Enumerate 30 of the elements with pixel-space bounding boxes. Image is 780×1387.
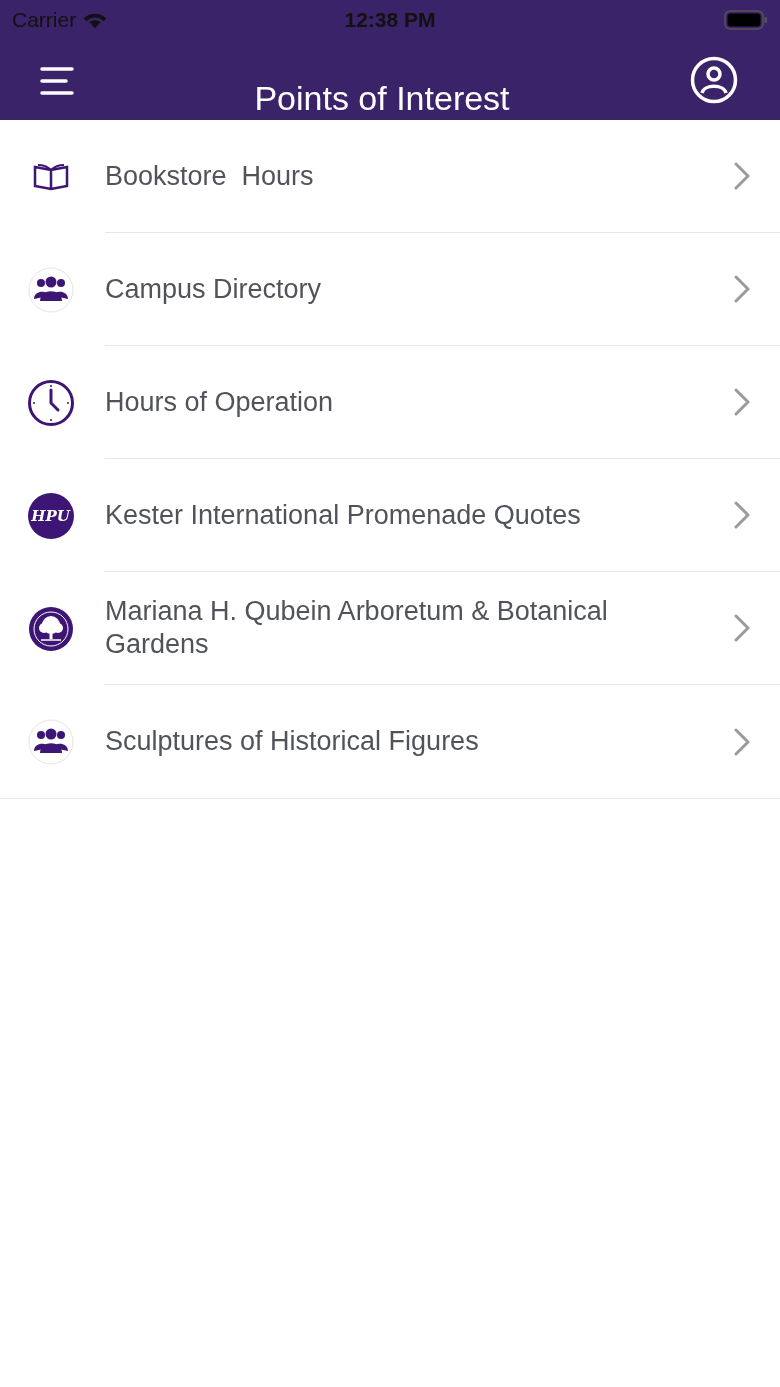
people-icon: [26, 265, 75, 314]
list-item[interactable]: Campus Directory: [0, 233, 780, 346]
menu-icon[interactable]: [40, 66, 74, 96]
battery-icon: [724, 9, 768, 31]
list-item[interactable]: Sculptures of Historical Figures: [0, 685, 780, 798]
item-label: Bookstore Hours: [105, 159, 314, 193]
item-label: Kester International Promenade Quotes: [105, 498, 581, 532]
clock-time: 12:38 PM: [344, 8, 436, 32]
item-label: Sculptures of Historical Figures: [105, 725, 479, 758]
list-item[interactable]: Hours of Operation: [0, 346, 780, 459]
item-label: Campus Directory: [105, 272, 322, 306]
account-icon[interactable]: [690, 56, 738, 104]
list-item[interactable]: Bookstore Hours: [0, 120, 780, 233]
carrier-label: Carrier: [12, 8, 77, 32]
wifi-icon: [82, 10, 109, 30]
chevron-icon: [734, 275, 750, 303]
chevron-icon: [734, 162, 750, 190]
logo-badge: HPU: [27, 492, 74, 539]
chevron-icon: [734, 388, 750, 416]
page-title: Points of Interest: [254, 78, 510, 118]
tree-emblem-icon: [26, 604, 75, 653]
list-item[interactable]: Mariana H. Qubein Arboretum & Botanical Gardens: [0, 572, 780, 685]
chevron-icon: [734, 501, 750, 529]
item-label: Hours of Operation: [105, 385, 334, 419]
chevron-icon: [734, 614, 750, 642]
clock-icon: [26, 378, 75, 427]
item-label: Mariana H. Qubein Arboretum & Botanical Gardens: [105, 595, 609, 661]
people-icon: [26, 717, 75, 766]
chevron-icon: [734, 727, 750, 756]
list-item[interactable]: HPU Kester International Promenade Quotes: [0, 459, 780, 572]
